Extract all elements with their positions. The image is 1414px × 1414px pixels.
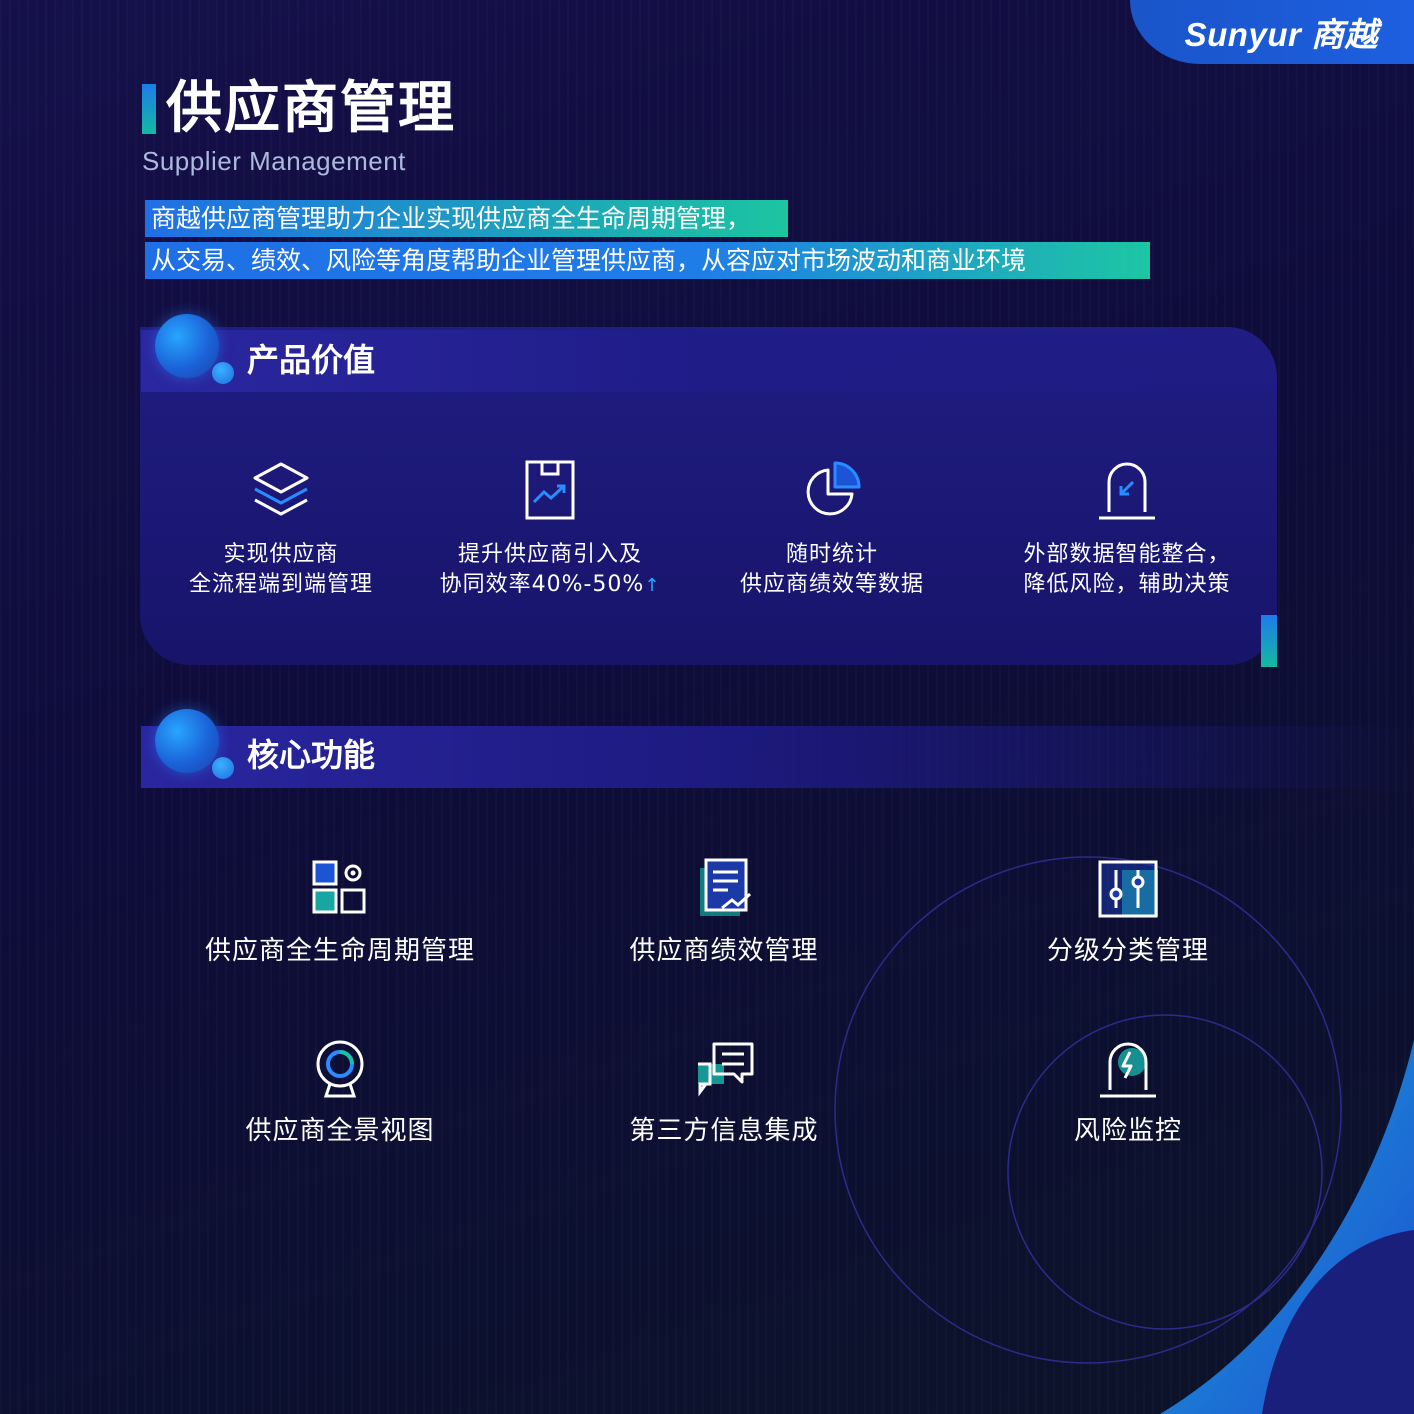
intro-line-2: 从交易、绩效、风险等角度帮助企业管理供应商，从容应对市场波动和商业环境 [145, 242, 1150, 279]
product-value-title: 产品价值 [247, 341, 376, 379]
risk-alarm-icon [1100, 1042, 1156, 1098]
value-item-statistics: 随时统计 供应商绩效等数据 [692, 458, 972, 600]
arrow-up-icon: ↑ [644, 575, 661, 596]
section-orb-small-icon [212, 362, 234, 384]
page-title: 供应商管理 [166, 76, 456, 141]
value-item-line1: 随时统计 [785, 542, 878, 567]
feature-label: 风险监控 [1073, 1116, 1182, 1146]
pie-chart-icon [806, 461, 861, 516]
value-item-end-to-end: 实现供应商 全流程端到端管理 [141, 458, 421, 600]
intro-line-1: 商越供应商管理助力企业实现供应商全生命周期管理， [145, 200, 788, 237]
feature-tier-classification: 分级分类管理 [1028, 858, 1228, 967]
core-functions-title: 核心功能 [247, 736, 376, 774]
value-item-line2: 供应商绩效等数据 [739, 572, 924, 597]
feature-label: 供应商绩效管理 [629, 936, 819, 966]
app-grid-settings-icon [312, 860, 366, 914]
title-accent-bar [142, 84, 156, 134]
feature-label: 分级分类管理 [1046, 936, 1209, 966]
value-item-line1: 提升供应商引入及 [457, 542, 642, 567]
page-subtitle: Supplier Management [142, 146, 406, 176]
value-item-line2: 全流程端到端管理 [188, 572, 373, 597]
feature-label: 供应商全景视图 [245, 1116, 435, 1146]
trend-document-icon [525, 460, 575, 520]
panorama-camera-icon [316, 1040, 364, 1098]
section-orb-small-icon [212, 757, 234, 779]
feature-supplier-panorama: 供应商全景视图 [220, 1038, 460, 1147]
feature-performance-management: 供应商绩效管理 [604, 858, 844, 967]
value-item-line2: 协同效率40%-50% [439, 572, 645, 597]
feature-label: 第三方信息集成 [629, 1116, 819, 1146]
brand-logo-text: Sunyur 商越 [1184, 16, 1378, 53]
panel-accent-bar [1261, 615, 1277, 667]
section-orb-icon [155, 709, 219, 773]
layers-icon [253, 462, 309, 516]
chat-integration-icon [698, 1042, 754, 1097]
performance-report-icon [700, 858, 752, 916]
feature-risk-monitoring: 风险监控 [1048, 1038, 1208, 1147]
feature-label: 供应商全生命周期管理 [204, 936, 475, 966]
value-item-line1: 外部数据智能整合， [1023, 542, 1231, 567]
section-orb-icon [155, 314, 219, 378]
value-item-line2: 降低风险，辅助决策 [1023, 572, 1231, 597]
slider-control-icon [1098, 860, 1158, 918]
feature-third-party-integration: 第三方信息集成 [604, 1038, 844, 1147]
brand-logo: Sunyur 商越 [1130, 0, 1414, 64]
alert-lamp-icon [1099, 462, 1155, 520]
value-item-efficiency: 提升供应商引入及 协同效率40%-50%↑ [410, 458, 690, 601]
value-item-line1: 实现供应商 [223, 542, 339, 567]
value-item-risk-decision: 外部数据智能整合， 降低风险，辅助决策 [987, 458, 1267, 600]
feature-lifecycle-management: 供应商全生命周期管理 [190, 858, 490, 967]
